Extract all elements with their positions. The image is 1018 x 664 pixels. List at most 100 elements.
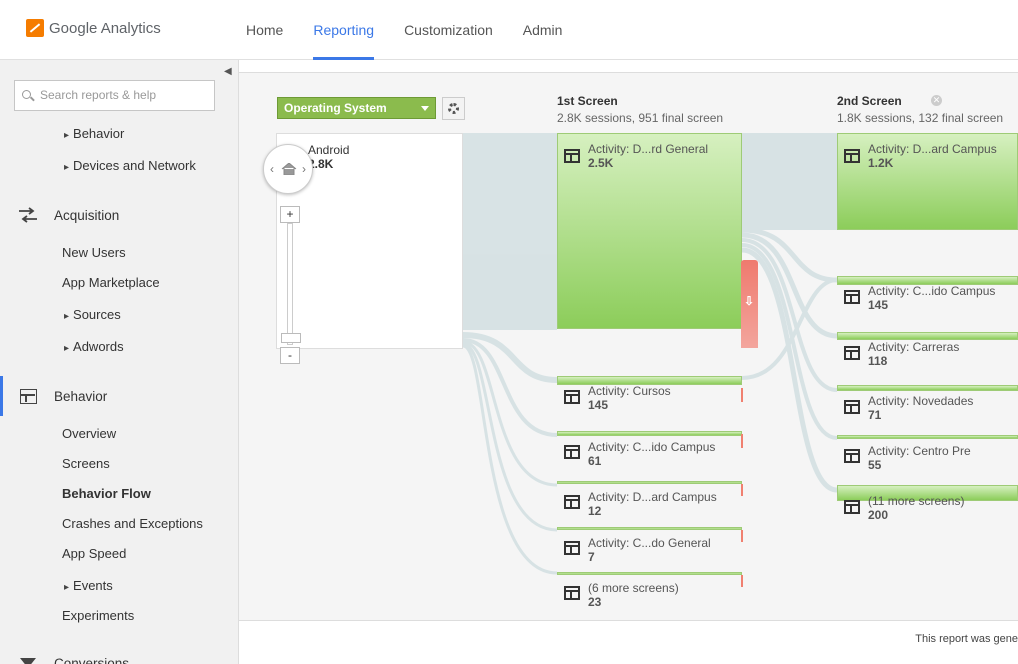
sidebar-item-screens[interactable]: Screens [62, 456, 110, 471]
node-bar [837, 385, 1018, 391]
report-footer: This report was gene [239, 620, 1018, 664]
screen1-node[interactable]: Activity: D...rd General 2.5K [557, 133, 742, 329]
node-label: Activity: Carreras [868, 340, 960, 354]
nav-home[interactable]: Home [246, 0, 283, 60]
node-count: 145 [588, 398, 609, 412]
sidebar-item-acquisition[interactable]: Acquisition [54, 208, 119, 223]
screen2-node[interactable]: (11 more screens) 200 [837, 485, 1018, 525]
screen2-node[interactable]: Activity: Novedades 71 [837, 385, 1018, 425]
screen1-node[interactable]: Activity: D...ard Campus 12 [557, 481, 742, 521]
node-bar [557, 527, 742, 530]
node-count: 23 [588, 595, 602, 609]
behavior-flow-canvas[interactable]: Operating System 1st Screen 2.8K session… [239, 60, 1018, 664]
screen1-node[interactable]: Activity: C...ido Campus 61 [557, 431, 742, 471]
node-label: Activity: C...ido Campus [588, 440, 716, 454]
close-column-icon[interactable]: ✕ [931, 95, 942, 106]
top-bar: Google Analytics Home Reporting Customiz… [0, 0, 1018, 60]
node-bar [557, 431, 742, 436]
start-node-label: Android [308, 143, 350, 157]
gear-icon [448, 103, 459, 114]
sidebar-item-behavior-sub[interactable]: Behavior [64, 126, 124, 141]
node-count: 12 [588, 504, 602, 518]
node-label: (6 more screens) [588, 581, 679, 595]
zoom-slider-handle[interactable] [281, 333, 301, 343]
node-bar [557, 572, 742, 575]
logo[interactable]: Google Analytics [26, 19, 161, 37]
search-icon [22, 90, 31, 99]
sidebar-item-events[interactable]: Events [64, 578, 113, 593]
screen2-node[interactable]: Activity: C...ido Campus 145 [837, 276, 1018, 316]
settings-button[interactable] [442, 97, 465, 120]
screen-icon [844, 500, 860, 514]
node-label: (11 more screens) [868, 494, 965, 508]
main-nav: Home Reporting Customization Admin [246, 0, 592, 60]
node-count: 200 [868, 508, 889, 522]
nav-admin[interactable]: Admin [523, 0, 563, 60]
screen2-node[interactable]: Activity: D...ard Campus 1.2K [837, 133, 1018, 230]
screen-icon [844, 400, 860, 414]
node-count: 2.5K [588, 156, 614, 170]
dropoff-bar[interactable]: ⇩ [741, 260, 758, 348]
pan-left-icon[interactable]: ‹ [270, 162, 274, 176]
sidebar-item-new-users[interactable]: New Users [62, 245, 126, 260]
screen2-node[interactable]: Activity: Carreras 118 [837, 332, 1018, 372]
screen-icon [564, 586, 580, 600]
conversions-icon [20, 658, 36, 664]
screen1-node[interactable]: Activity: C...do General 7 [557, 527, 742, 567]
collapse-sidebar-icon[interactable]: ◀ [224, 66, 232, 77]
screen-icon [564, 541, 580, 555]
screen-icon [844, 290, 860, 304]
sidebar-item-experiments[interactable]: Experiments [62, 608, 134, 623]
analytics-logo-icon [26, 19, 44, 37]
dropoff-bar [741, 484, 743, 496]
node-bar [837, 332, 1018, 340]
sidebar-item-conversions[interactable]: Conversions [54, 656, 129, 664]
node-count: 7 [588, 550, 595, 564]
brand-name: Google Analytics [49, 19, 161, 37]
screen1-node[interactable]: Activity: Cursos 145 [557, 376, 742, 416]
node-bar [557, 481, 742, 484]
node-bar [557, 133, 742, 329]
dropoff-bar [741, 530, 743, 542]
screen1-node[interactable]: (6 more screens) 23 [557, 572, 742, 612]
pan-control[interactable]: ‹ › [263, 144, 313, 194]
zoom-slider[interactable] [287, 223, 293, 345]
behavior-icon [20, 389, 37, 404]
sidebar-item-overview[interactable]: Overview [62, 426, 116, 441]
nav-customization[interactable]: Customization [404, 0, 493, 60]
screen-icon [564, 495, 580, 509]
screen-icon [564, 149, 580, 163]
screen2-node[interactable]: Activity: Centro Pre 55 [837, 435, 1018, 475]
node-label: Activity: C...do General [588, 536, 711, 550]
search-input[interactable]: Search reports & help [14, 80, 215, 111]
zoom-in-button[interactable]: + [280, 206, 300, 223]
dimension-dropdown[interactable]: Operating System [277, 97, 436, 119]
node-label: Activity: C...ido Campus [868, 284, 996, 298]
node-count: 55 [868, 458, 882, 472]
node-label: Activity: D...rd General [588, 142, 709, 156]
sidebar-item-crashes-exceptions[interactable]: Crashes and Exceptions [62, 516, 203, 531]
zoom-out-button[interactable]: - [280, 347, 300, 364]
screen-icon [564, 390, 580, 404]
node-count: 145 [868, 298, 889, 312]
dropoff-arrow-icon: ⇩ [744, 294, 755, 308]
sidebar-item-adwords[interactable]: Adwords [64, 339, 124, 354]
dropoff-bar [741, 575, 743, 587]
column-2-title: 2nd Screen [837, 94, 902, 108]
sidebar-item-behavior[interactable]: Behavior [54, 389, 107, 404]
sidebar-item-devices-network[interactable]: Devices and Network [64, 158, 196, 173]
pan-right-icon[interactable]: › [302, 162, 306, 176]
node-label: Activity: Cursos [588, 384, 671, 398]
sidebar-item-app-marketplace[interactable]: App Marketplace [62, 275, 160, 290]
column-1-title: 1st Screen [557, 94, 618, 108]
node-label: Activity: Novedades [868, 394, 974, 408]
sidebar-item-behavior-flow[interactable]: Behavior Flow [62, 486, 151, 501]
chevron-down-icon [421, 106, 429, 111]
sidebar-item-sources[interactable]: Sources [64, 307, 121, 322]
node-count: 71 [868, 408, 882, 422]
home-icon[interactable] [281, 163, 297, 175]
sidebar-item-app-speed[interactable]: App Speed [62, 546, 126, 561]
nav-reporting[interactable]: Reporting [313, 0, 374, 60]
screen-icon [844, 449, 860, 463]
screen-icon [564, 445, 580, 459]
